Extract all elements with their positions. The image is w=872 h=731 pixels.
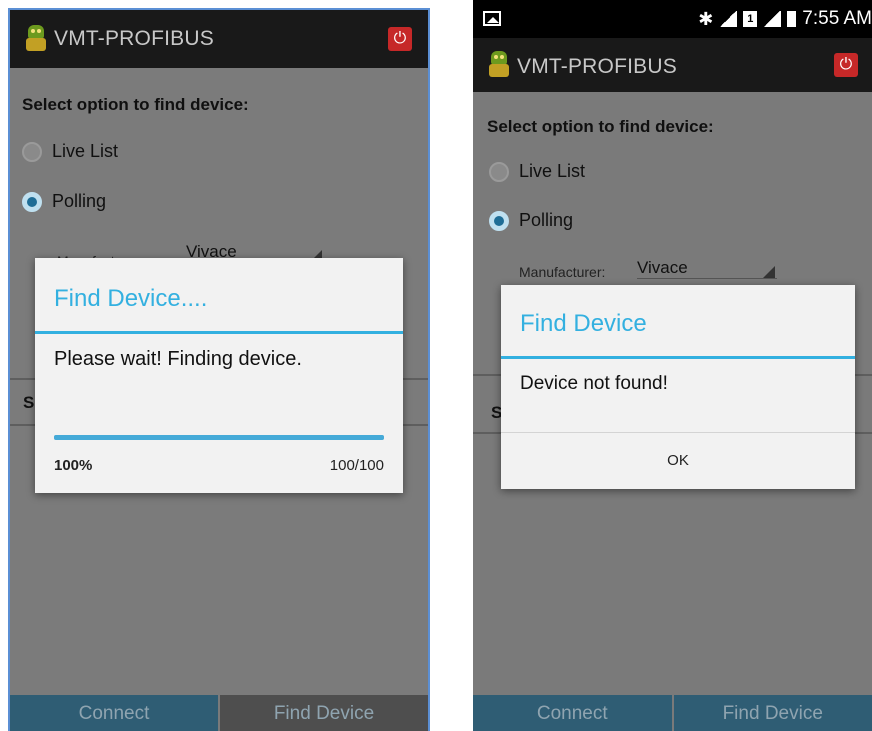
dialog-title: Find Device....	[54, 285, 208, 312]
sim-icon: 1	[743, 11, 758, 27]
progress-percent: 100%	[54, 457, 93, 474]
status-icons: ✱ 1 7:55 AM	[698, 8, 872, 30]
battery-icon	[787, 11, 797, 27]
app-bar: VMT-PROFIBUS ⏻	[473, 38, 872, 92]
radio-polling[interactable]: Polling	[22, 191, 106, 212]
app-bar: VMT-PROFIBUS ⏻	[10, 10, 428, 68]
dropdown-arrow-icon[interactable]	[763, 266, 775, 278]
clock: 7:55 AM	[802, 8, 872, 29]
radio-unchecked-icon[interactable]	[22, 141, 42, 162]
ok-button[interactable]: OK	[501, 433, 855, 489]
connect-button[interactable]: Connect	[473, 695, 672, 731]
status-bar: ✱ 1 7:55 AM	[473, 0, 872, 38]
radio-live-list[interactable]: Live List	[22, 141, 118, 162]
progress-fill	[54, 435, 384, 440]
progress-count: 100/100	[329, 457, 384, 474]
find-device-button[interactable]: Find Device	[218, 695, 428, 731]
radio-live-list[interactable]: Live List	[489, 161, 585, 182]
bluetooth-icon: ✱	[698, 8, 714, 29]
radio-label: Live List	[519, 161, 586, 181]
progress-bar	[54, 435, 384, 440]
power-icon[interactable]: ⏻	[834, 53, 858, 77]
phone-screen-result: ✱ 1 7:55 AM VMT-PROFIBUS ⏻ Select option…	[473, 0, 872, 731]
wifi-icon	[719, 11, 738, 27]
find-device-result-dialog: Find Device Device not found! OK	[501, 285, 855, 489]
radio-unchecked-icon[interactable]	[489, 161, 509, 182]
power-icon[interactable]: ⏻	[388, 27, 412, 51]
find-device-progress-dialog: Find Device.... Please wait! Finding dev…	[35, 258, 403, 493]
dialog-message: Device not found!	[520, 373, 668, 394]
section-label: S	[23, 393, 35, 412]
app-title: VMT-PROFIBUS	[54, 27, 214, 50]
phone-screen-finding: VMT-PROFIBUS ⏻ Select option to find dev…	[8, 8, 430, 731]
connect-button[interactable]: Connect	[10, 695, 218, 731]
radio-checked-icon[interactable]	[22, 191, 42, 212]
dialog-divider	[35, 331, 403, 334]
radio-label: Polling	[519, 210, 574, 230]
bottom-button-bar: Connect Find Device	[10, 695, 428, 731]
dialog-divider	[501, 356, 855, 359]
prompt-text: Select option to find device:	[487, 117, 714, 136]
robot-logo-icon	[24, 25, 48, 53]
bottom-button-bar: Connect Find Device	[473, 695, 872, 731]
prompt-text: Select option to find device:	[22, 95, 249, 114]
radio-label: Live List	[52, 141, 119, 161]
dialog-message: Please wait! Finding device.	[54, 348, 302, 370]
find-device-button[interactable]: Find Device	[671, 695, 872, 731]
app-title: VMT-PROFIBUS	[517, 55, 677, 78]
signal-icon	[763, 11, 782, 27]
picture-notification-icon	[483, 11, 501, 26]
manufacturer-spinner[interactable]: Vivace	[637, 258, 777, 279]
radio-checked-icon[interactable]	[489, 210, 509, 231]
dialog-title: Find Device	[520, 310, 647, 337]
manufacturer-label: Manufacturer:	[519, 264, 606, 280]
robot-logo-icon	[487, 51, 511, 79]
radio-polling[interactable]: Polling	[489, 210, 573, 231]
radio-label: Polling	[52, 191, 107, 211]
